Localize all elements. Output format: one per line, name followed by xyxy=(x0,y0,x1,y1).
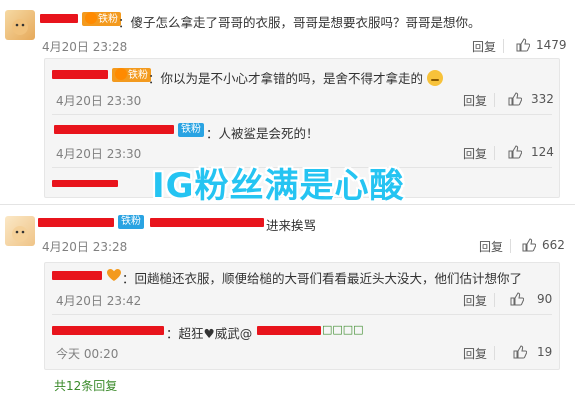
redacted-link xyxy=(52,180,118,187)
thumbs-up-icon[interactable] xyxy=(508,92,522,106)
reply-button[interactable]: 回复 xyxy=(463,345,487,362)
comment-text: 进来挨骂 xyxy=(266,218,317,233)
thumbs-up-icon[interactable] xyxy=(513,345,527,359)
like-count: 19 xyxy=(537,345,553,359)
emoji-icon xyxy=(427,70,443,86)
avatar[interactable] xyxy=(5,216,35,246)
thumbs-up-icon[interactable] xyxy=(516,38,530,52)
divider xyxy=(494,146,495,160)
redacted-username xyxy=(52,70,108,79)
thumbs-up-icon[interactable] xyxy=(510,292,524,306)
emoji-placeholders: □□□□ xyxy=(322,323,364,336)
reply-time: 今天 00:20 xyxy=(56,347,119,361)
divider xyxy=(510,239,511,253)
divider xyxy=(494,346,495,360)
redacted-username xyxy=(40,14,78,23)
reply-button[interactable]: 回复 xyxy=(472,38,496,55)
reply-text: ：回趟槌还衣服，顺便给槌的大哥们看看最近头大没大，他们估计想你了 xyxy=(122,271,523,286)
divider xyxy=(52,114,552,115)
reply-button[interactable]: 回复 xyxy=(463,145,487,162)
cat-avatar-icon xyxy=(12,226,28,242)
divider xyxy=(494,93,495,107)
fan-badge: 铁粉 xyxy=(112,68,151,82)
reply-time: 4月20日 23:30 xyxy=(56,147,142,161)
reply-time: 4月20日 23:30 xyxy=(56,94,142,108)
crown-icon xyxy=(85,12,97,24)
heart-icon: ♥ xyxy=(203,326,215,341)
comment-time: 4月20日 23:28 xyxy=(42,40,128,54)
thumbs-up-icon[interactable] xyxy=(522,238,536,252)
redacted-mention xyxy=(257,326,321,335)
reply-text: ：你以为是不小心才拿错的吗，是舍不得才拿走的 xyxy=(148,68,443,87)
divider xyxy=(0,204,575,205)
divider xyxy=(494,293,495,307)
redacted-username xyxy=(52,271,102,280)
redacted-mention xyxy=(150,218,264,227)
cat-avatar-icon xyxy=(12,19,28,35)
like-count: 90 xyxy=(537,292,553,306)
thumbs-up-icon[interactable] xyxy=(508,145,522,159)
overlay-caption: IG粉丝满是心酸 xyxy=(152,166,405,206)
reply-button[interactable]: 回复 xyxy=(463,292,487,309)
like-count: 1479 xyxy=(536,38,567,52)
like-count: 662 xyxy=(542,238,565,252)
comment-time: 4月20日 23:28 xyxy=(42,240,128,254)
reply-time: 4月20日 23:42 xyxy=(56,294,142,308)
fan-badge: 铁粉 xyxy=(82,12,121,26)
more-replies-link[interactable]: 共12条回复 xyxy=(54,377,117,394)
reply-button[interactable]: 回复 xyxy=(463,92,487,109)
heart-icon xyxy=(106,268,122,282)
comment-text: ：傻子怎么拿走了哥哥的衣服，哥哥是想要衣服吗？哥哥是想你。 xyxy=(118,15,481,30)
fan-badge: 铁粉 xyxy=(178,123,204,137)
redacted-username xyxy=(52,326,164,335)
like-count: 124 xyxy=(531,145,554,159)
redacted-username xyxy=(54,125,174,134)
avatar[interactable] xyxy=(5,10,35,40)
reply-button[interactable]: 回复 xyxy=(479,238,503,255)
fan-badge: 铁粉 xyxy=(118,215,144,229)
reply-text: ：超狂♥威武@ xyxy=(166,326,253,341)
crown-icon xyxy=(115,68,127,80)
divider xyxy=(52,314,552,315)
divider xyxy=(503,39,504,53)
like-count: 332 xyxy=(531,92,554,106)
redacted-username xyxy=(38,218,114,227)
reply-text: ：人被鲨是会死的！ xyxy=(206,126,319,141)
